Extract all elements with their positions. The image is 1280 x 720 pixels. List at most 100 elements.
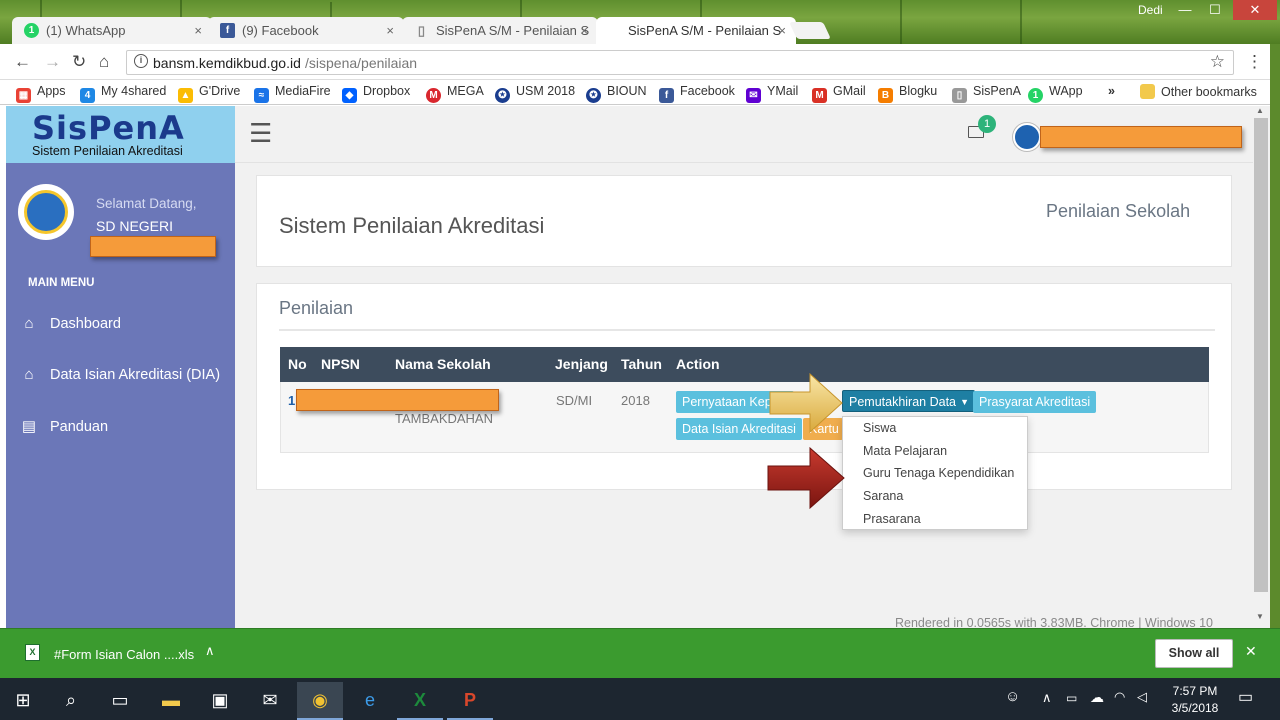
- bookmarks-bar: ▦ Apps 4 My 4shared ▲ G'Drive ≈ MediaFire ◆ D…: [0, 80, 1280, 105]
- chrome-menu-icon[interactable]: ⋮: [1246, 52, 1263, 72]
- menu-item-prasarana[interactable]: Prasarana: [863, 512, 921, 526]
- new-tab-button[interactable]: [789, 22, 831, 39]
- prasyarat-akreditasi-button[interactable]: Prasyarat Akreditasi: [973, 391, 1097, 413]
- page-subtitle: Penilaian Sekolah: [1046, 201, 1191, 221]
- tab-whatsapp[interactable]: 1 (1) WhatsApp ×: [12, 17, 212, 44]
- other-bookmarks[interactable]: Other bookmarks: [1140, 84, 1257, 99]
- logo-title: SisPenA: [32, 109, 185, 147]
- bookmark-gmail[interactable]: M GMail: [812, 84, 866, 103]
- profile-name[interactable]: Dedi: [1138, 3, 1163, 17]
- window-close-button[interactable]: ✕: [1233, 0, 1277, 20]
- tab-close-icon[interactable]: ×: [386, 17, 394, 44]
- tab-close-icon[interactable]: ×: [194, 17, 202, 44]
- volume-icon[interactable]: ◁: [1137, 689, 1147, 705]
- chrome-icon[interactable]: ◉: [297, 682, 343, 720]
- close-download-bar-icon[interactable]: ✕: [1245, 643, 1257, 660]
- scrollbar-thumb[interactable]: [1254, 118, 1268, 592]
- show-all-button[interactable]: Show all: [1155, 639, 1233, 668]
- home-icon: ⌂: [24, 315, 34, 332]
- wifi-icon[interactable]: ◠: [1114, 689, 1125, 705]
- menu-item-mata-pelajaran[interactable]: Mata Pelajaran: [863, 444, 947, 458]
- col-no: No: [288, 356, 307, 372]
- caret-down-icon: ▼: [960, 397, 970, 407]
- powerpoint-icon[interactable]: P: [447, 682, 493, 720]
- sidebar-item-dia[interactable]: ⌂ Data Isian Akreditasi (DIA): [20, 366, 220, 383]
- sidebar-item-dashboard[interactable]: ⌂ Dashboard: [20, 315, 120, 332]
- reload-icon[interactable]: ↻: [72, 52, 86, 72]
- bookmark-ymail[interactable]: ✉ YMail: [746, 84, 798, 103]
- pemutakhiran-data-dropdown[interactable]: Pemutakhiran Data ▼: [842, 390, 976, 412]
- clock-time: 7:57 PM: [1172, 684, 1218, 698]
- download-bar: X #Form Isian Calon ....xls ∧ Show all ✕: [0, 628, 1280, 678]
- redacted-school-name: [90, 236, 216, 257]
- download-filename[interactable]: #Form Isian Calon ....xls: [54, 647, 194, 662]
- user-avatar[interactable]: [1013, 123, 1041, 151]
- blogger-icon: B: [878, 88, 893, 103]
- school-name: SD NEGERI: [96, 218, 174, 234]
- bookmark-mediafire[interactable]: ≈ MediaFire: [254, 84, 331, 103]
- file-explorer-icon[interactable]: ▬: [148, 682, 194, 720]
- bookmark-sispena[interactable]: ▯ SisPenA: [952, 84, 1021, 103]
- tab-close-icon[interactable]: ×: [778, 17, 786, 44]
- task-view-icon[interactable]: ▭: [97, 682, 143, 720]
- tab-close-icon[interactable]: ×: [580, 17, 588, 44]
- info-icon[interactable]: i: [134, 54, 148, 68]
- windows-start-icon[interactable]: ⊞: [0, 682, 46, 720]
- tab-facebook[interactable]: f (9) Facebook ×: [208, 17, 404, 44]
- maximize-button[interactable]: ☐: [1200, 0, 1230, 20]
- chevron-up-icon[interactable]: ∧: [205, 643, 215, 659]
- render-footer: Rendered in 0.0565s with 3.83MB. Chrome …: [895, 616, 1213, 628]
- desktop-background-strip: [1270, 44, 1280, 628]
- tab-label: SisPenA S/M - Penilaian S: [436, 23, 590, 38]
- menu-item-siswa[interactable]: Siswa: [863, 421, 896, 435]
- menu-item-sarana[interactable]: Sarana: [863, 489, 903, 503]
- home-icon[interactable]: ⌂: [99, 52, 109, 72]
- bookmark-gdrive[interactable]: ▲ G'Drive: [178, 84, 240, 103]
- hamburger-menu-icon[interactable]: ☰: [249, 118, 272, 149]
- mega-icon: M: [426, 88, 441, 103]
- book-icon: ▤: [21, 418, 37, 435]
- back-icon[interactable]: ←: [14, 52, 31, 72]
- notification-icon[interactable]: ▭: [1238, 687, 1253, 707]
- people-icon[interactable]: ☺: [1005, 688, 1020, 705]
- bookmark-blogku[interactable]: B Blogku: [878, 84, 937, 103]
- onedrive-icon[interactable]: ☁: [1090, 689, 1104, 706]
- bookmark-star-icon[interactable]: ☆: [1210, 52, 1225, 72]
- bookmark-bioun[interactable]: ✪ BIOUN: [586, 84, 647, 103]
- ymail-icon: ✉: [746, 88, 761, 103]
- bookmark-mega[interactable]: M MEGA: [426, 84, 484, 103]
- edge-icon[interactable]: e: [347, 682, 393, 720]
- bookmarks-overflow-icon[interactable]: »: [1108, 84, 1115, 98]
- bookmark-apps[interactable]: ▦ Apps: [16, 84, 66, 103]
- sidebar-item-panduan[interactable]: ▤ Panduan: [20, 417, 108, 435]
- col-npsn: NPSN: [321, 356, 360, 372]
- battery-icon[interactable]: ▭: [1066, 691, 1077, 705]
- menu-item-guru-tenaga-kependidikan[interactable]: Guru Tenaga Kependidikan: [863, 466, 1014, 480]
- sispena-logo[interactable]: SisPenA Sistem Penilaian Akreditasi: [6, 106, 235, 163]
- forward-icon[interactable]: →: [44, 52, 61, 72]
- row-tahun: 2018: [621, 393, 650, 408]
- minimize-button[interactable]: —: [1170, 0, 1200, 20]
- col-action: Action: [676, 356, 720, 372]
- tray-chevron-icon[interactable]: ∧: [1042, 690, 1052, 706]
- address-bar[interactable]: i bansm.kemdikbud.go.id /sispena/penilai…: [126, 50, 1234, 75]
- bookmark-wapp[interactable]: 1 WApp: [1028, 84, 1083, 103]
- scroll-up-icon[interactable]: ▲: [1256, 106, 1264, 115]
- system-clock[interactable]: 7:57 PM 3/5/2018: [1160, 683, 1230, 717]
- bookmark-facebook[interactable]: f Facebook: [659, 84, 735, 103]
- tab-sispena-active[interactable]: SisPenA S/M - Penilaian S ×: [596, 17, 796, 44]
- pemutakhiran-dropdown-menu: Siswa Mata Pelajaran Guru Tenaga Kependi…: [842, 416, 1028, 530]
- bookmark-usm[interactable]: ✪ USM 2018: [495, 84, 575, 103]
- store-icon[interactable]: ▣: [197, 682, 243, 720]
- bookmark-dropbox[interactable]: ◆ Dropbox: [342, 84, 410, 103]
- col-tahun: Tahun: [621, 356, 662, 372]
- divider: [279, 329, 1215, 331]
- browser-title-bar: 1 (1) WhatsApp × f (9) Facebook × ▯ SisP…: [0, 0, 1280, 44]
- tab-sispena-1[interactable]: ▯ SisPenA S/M - Penilaian S ×: [402, 17, 598, 44]
- search-icon[interactable]: ⌕: [48, 682, 94, 720]
- col-jenjang: Jenjang: [555, 356, 608, 372]
- bookmark-4shared[interactable]: 4 My 4shared: [80, 84, 166, 103]
- mail-app-icon[interactable]: ✉: [247, 682, 293, 720]
- excel-icon[interactable]: X: [397, 682, 443, 720]
- scroll-down-icon[interactable]: ▼: [1256, 612, 1264, 621]
